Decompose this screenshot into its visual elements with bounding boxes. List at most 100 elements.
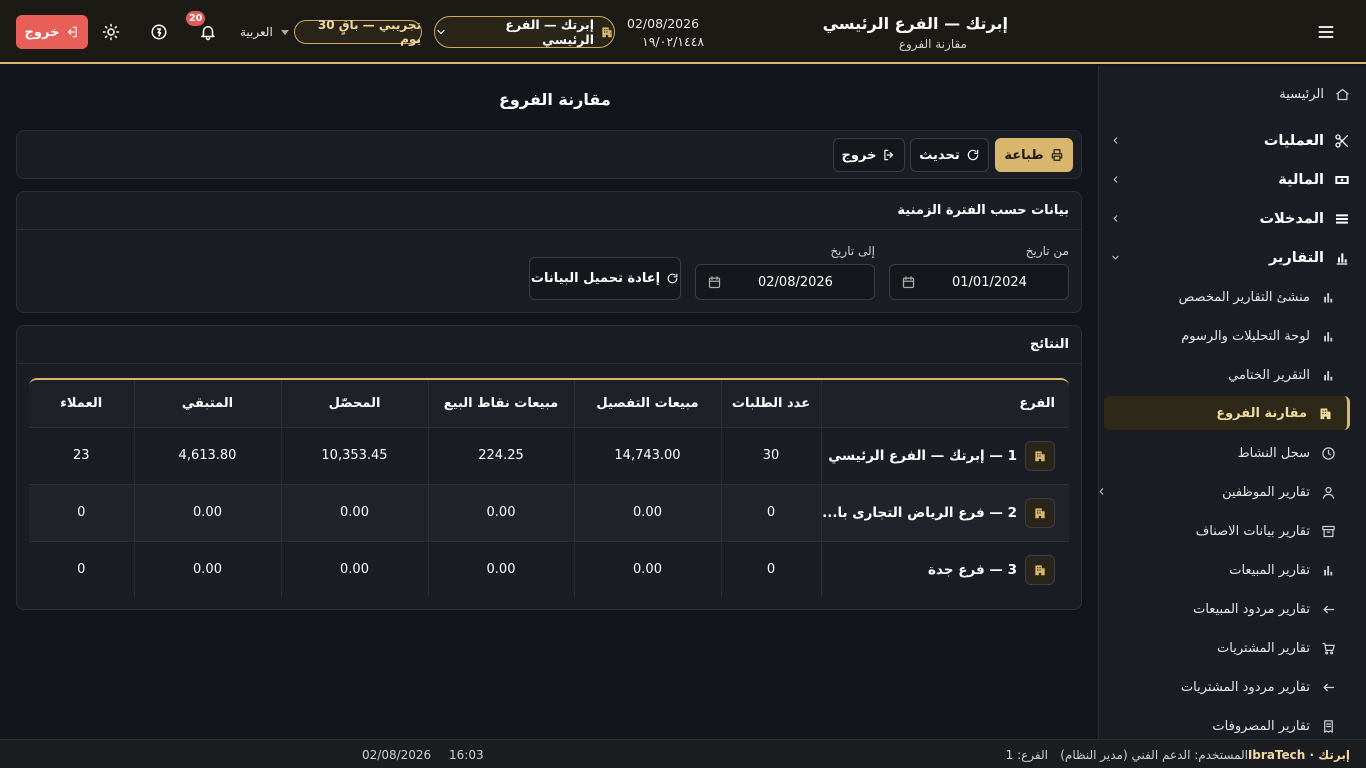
table-cell: 0.00 [573,541,721,596]
sidebar-item-final-report[interactable]: التقرير الختامي [1104,358,1336,392]
exit-label: خروج [841,147,877,163]
sidebar-label: التقارير [1268,250,1324,266]
sidebar-item-expenses-reports[interactable]: تقارير المصروفات [1104,709,1336,739]
sidebar-label: المدخلات [1259,211,1324,227]
branch-cell: 2 — فرع الرياض التجارى با... [820,484,1069,542]
table-cell: 0.00 [427,484,574,542]
column-header[interactable]: المحصّل [280,380,428,428]
refresh-button[interactable]: تحديث [910,138,989,172]
chevron-left-icon [1099,486,1107,497]
table-row[interactable]: 1 — إبرتك — الفرع الرئيسي 30 14,743.00 2… [29,427,1069,485]
status-branch: الفرع: 1 [1005,748,1048,762]
calendar-icon [707,275,722,290]
sidebar-item-purchases-reports[interactable]: تقارير المشتريات [1104,631,1336,665]
sidebar-label: تقارير مردود المشتريات [1180,679,1310,695]
table-row[interactable]: 3 — فرع جدة 0 0.00 0.00 0.00 0.00 0 [29,541,1069,596]
sidebar-group-finance[interactable]: المالية [1104,163,1350,197]
reload-data-button[interactable]: إعادة تحميل البيانات [529,257,681,300]
table-header-row: الفرع عدد الطلبات مبيعات التفصيل مبيعات … [29,380,1069,428]
sidebar-item-item-data-reports[interactable]: تقارير بيانات الاصناف [1104,514,1336,548]
sidebar-item-activity-log[interactable]: سجل النشاط [1104,436,1336,470]
sidebar-item-custom-report-builder[interactable]: منشئ التقارير المخصص [1104,280,1336,314]
table-row[interactable]: 2 — فرع الرياض التجارى با... 0 0.00 0.00… [29,484,1069,542]
top-header: إبرتك — الفرع الرئيسي مقارنة الفروع 02/0… [0,0,1366,64]
sidebar-label: تقارير المبيعات [1229,562,1310,578]
from-date-input[interactable]: 01/01/2024 [889,264,1069,300]
chevron-left-icon [1110,135,1121,146]
sidebar-label: المالية [1278,172,1324,188]
column-header[interactable]: المتبقي [133,380,281,428]
refresh-icon [666,272,679,285]
building-icon [1025,440,1055,471]
chevron-left-icon [1110,174,1121,185]
building-icon [600,25,614,39]
status-user: المستخدم: الدعم الفني (مدير النظام) [1060,748,1248,762]
archive-icon [1320,524,1336,539]
receipt-icon [1320,719,1336,734]
sidebar-group-reports[interactable]: التقارير [1104,241,1350,275]
sidebar-item-sales-reports[interactable]: تقارير المبيعات [1104,553,1336,587]
bell-icon[interactable] [199,23,217,41]
sidebar-item-sales-returns-reports[interactable]: تقارير مردود المبيعات [1104,592,1336,626]
column-header[interactable]: مبيعات نقاط البيع [427,380,574,428]
money-icon [1334,171,1350,189]
sidebar-label: سجل النشاط [1237,445,1310,461]
reload-label: إعادة تحميل البيانات [530,271,661,286]
print-button[interactable]: طباعة [995,138,1073,172]
logout-label: خروج [24,24,60,40]
sidebar-item-home[interactable]: الرئيسية [1104,77,1350,111]
table-cell: 224.25 [427,427,574,485]
table-cell: 23 [29,427,134,485]
clock-icon [1320,446,1336,461]
branch-selector-label: إبرتك — الفرع الرئيسي [505,17,594,47]
cart-icon [1320,641,1336,656]
exit-button[interactable]: خروج [833,138,905,172]
gregorian-date: 02/08/2026 [627,16,700,31]
toolbar: طباعة تحديث خروج [16,130,1082,179]
calendar-icon [901,275,916,290]
column-header[interactable]: العملاء [29,380,134,428]
sidebar-label: تقارير المشتريات [1217,640,1310,656]
from-date-label: من تاريخ [1025,244,1069,258]
app-title: إبرتك — الفرع الرئيسي [822,14,1008,33]
printer-icon [1050,148,1064,162]
branch-selector[interactable]: إبرتك — الفرع الرئيسي [434,16,615,48]
theme-sun-icon[interactable] [102,23,120,41]
period-filter-card: بيانات حسب الفترة الزمنية من تاريخ 01/01… [16,191,1082,313]
table-cell: 0 [720,541,821,596]
column-header[interactable]: مبيعات التفصيل [573,380,721,428]
table-cell: 14,743.00 [573,427,721,485]
return-arrow-icon [1320,602,1336,617]
support-icon[interactable] [150,23,168,41]
results-table-wrapper: الفرع عدد الطلبات مبيعات التفصيل مبيعات … [29,378,1069,596]
table-cell: 4,613.80 [133,427,281,485]
column-header[interactable]: الفرع [820,380,1069,428]
building-icon [1317,406,1333,421]
column-header[interactable]: عدد الطلبات [720,380,821,428]
language-selector[interactable]: العربية [240,25,289,39]
sidebar-item-branch-comparison[interactable]: مقارنة الفروع [1104,396,1350,430]
to-date-input[interactable]: 02/08/2026 [695,264,875,300]
sidebar-group-inputs[interactable]: المدخلات [1104,202,1350,236]
sidebar-label: مقارنة الفروع [1216,405,1307,421]
table-cell: 0.00 [280,484,428,542]
branch-name: 3 — فرع جدة [928,561,1017,578]
sidebar-label: لوحة التحليلات والرسوم [1181,328,1310,344]
hamburger-menu-icon[interactable] [1316,22,1336,42]
period-card-title: بيانات حسب الفترة الزمنية [17,192,1081,230]
page-title: مقارنة الفروع [499,90,611,109]
sidebar-group-operations[interactable]: العمليات [1104,124,1350,158]
to-date-label: إلى تاريخ [830,244,875,258]
sidebar-label: تقارير بيانات الاصناف [1195,523,1310,539]
return-arrow-icon [1320,680,1336,695]
to-date-value: 02/08/2026 [758,275,833,290]
sidebar-item-analytics-dashboard[interactable]: لوحة التحليلات والرسوم [1104,319,1336,353]
sidebar-label: التقرير الختامي [1228,367,1310,383]
hijri-date: ١٩/٠٢/١٤٤٨ [642,34,705,49]
sidebar-item-purchase-returns-reports[interactable]: تقارير مردود المشتريات [1104,670,1336,704]
logout-button[interactable]: خروج [16,15,88,49]
table-cell: 0 [29,541,134,596]
sidebar-item-employee-reports[interactable]: تقارير الموظفين [1099,475,1336,509]
print-label: طباعة [1004,147,1044,163]
exit-icon [882,148,896,162]
